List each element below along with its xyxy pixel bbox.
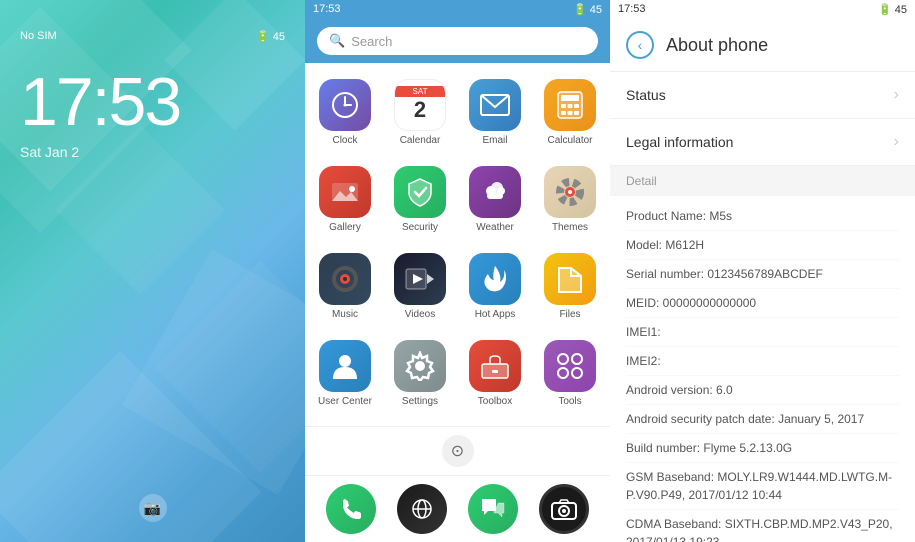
themes-label: Themes — [552, 222, 588, 233]
dock-row — [305, 475, 610, 542]
legal-arrow: › — [894, 133, 899, 151]
weather-icon — [469, 166, 521, 218]
detail-meid: MEID: 00000000000000 — [626, 289, 899, 318]
detail-model: Model: M612H — [626, 231, 899, 260]
status-label: Status — [626, 87, 666, 103]
about-panel: 17:53 🔋 45 ‹ About phone Status › Legal … — [610, 0, 915, 542]
tools-icon — [544, 340, 596, 392]
email-label: Email — [482, 135, 507, 146]
videos-icon — [394, 253, 446, 305]
dock-camera[interactable] — [539, 484, 589, 534]
legal-label: Legal information — [626, 134, 733, 150]
search-icon: 🔍 — [329, 33, 345, 49]
app-settings[interactable]: Settings — [385, 334, 455, 416]
app-toolbox[interactable]: Toolbox — [460, 334, 530, 416]
hotapps-label: Hot Apps — [475, 309, 516, 320]
security-label: Security — [402, 222, 438, 233]
lock-battery: 🔋 45 — [256, 30, 285, 43]
app-security[interactable]: Security — [385, 160, 455, 242]
drawer-time: 17:53 — [313, 3, 341, 16]
clock-label: Clock — [332, 135, 357, 146]
usercenter-label: User Center — [318, 396, 372, 407]
detail-imei1: IMEI1: — [626, 318, 899, 347]
music-label: Music — [332, 309, 358, 320]
lock-date: Sat Jan 2 — [20, 144, 79, 160]
app-videos[interactable]: Videos — [385, 247, 455, 329]
app-tools[interactable]: Tools — [535, 334, 605, 416]
app-calendar[interactable]: SAT 2 Calendar — [385, 73, 455, 155]
detail-gsm: GSM Baseband: MOLY.LR9.W1444.MD.LWTG.M-P… — [626, 463, 899, 510]
detail-security-patch: Android security patch date: January 5, … — [626, 405, 899, 434]
security-icon — [394, 166, 446, 218]
detail-build: Build number: Flyme 5.2.13.0G — [626, 434, 899, 463]
about-time: 17:53 — [618, 3, 646, 16]
about-status-bar: 17:53 🔋 45 — [610, 0, 915, 19]
status-arrow: › — [894, 86, 899, 104]
videos-label: Videos — [405, 309, 435, 320]
app-clock[interactable]: Clock — [310, 73, 380, 155]
lock-status-bar: No SIM 🔋 45 — [20, 30, 285, 43]
detail-serial: Serial number: 0123456789ABCDEF — [626, 260, 899, 289]
dock-browser[interactable] — [397, 484, 447, 534]
toolbox-label: Toolbox — [478, 396, 512, 407]
detail-product: Product Name: M5s — [626, 202, 899, 231]
lock-carrier: No SIM — [20, 30, 57, 43]
files-icon — [544, 253, 596, 305]
app-themes[interactable]: Themes — [535, 160, 605, 242]
app-usercenter[interactable]: User Center — [310, 334, 380, 416]
lock-screen: No SIM 🔋 45 17:53 Sat Jan 2 📷 — [0, 0, 305, 542]
app-files[interactable]: Files — [535, 247, 605, 329]
back-button[interactable]: ‹ — [626, 31, 654, 59]
usercenter-icon — [319, 340, 371, 392]
toolbox-icon — [469, 340, 521, 392]
gallery-icon — [319, 166, 371, 218]
calendar-icon: SAT 2 — [394, 79, 446, 131]
lock-camera-icon[interactable]: 📷 — [139, 494, 167, 522]
app-calculator[interactable]: Calculator — [535, 73, 605, 155]
drawer-status-bar: 17:53 🔋 45 — [305, 0, 610, 19]
drawer-battery: 🔋 45 — [573, 3, 602, 16]
lock-time: 17:53 — [20, 68, 180, 136]
detail-imei2: IMEI2: — [626, 347, 899, 376]
app-gallery[interactable]: Gallery — [310, 160, 380, 242]
calculator-icon — [544, 79, 596, 131]
detail-section: Detail — [610, 166, 915, 196]
settings-label: Settings — [402, 396, 438, 407]
drawer-menu-btn[interactable]: ⊙ — [442, 435, 474, 467]
files-label: Files — [559, 309, 580, 320]
about-detail-list: Product Name: M5s Model: M612H Serial nu… — [610, 196, 915, 542]
app-hotapps[interactable]: Hot Apps — [460, 247, 530, 329]
tools-label: Tools — [558, 396, 581, 407]
about-content: Status › Legal information › Detail Prod… — [610, 72, 915, 542]
email-icon — [469, 79, 521, 131]
search-box[interactable]: 🔍 Search — [317, 27, 598, 55]
app-grid: Clock SAT 2 Calendar Email — [305, 63, 610, 426]
app-drawer: 17:53 🔋 45 🔍 Search Clock SAT — [305, 0, 610, 542]
dock-messages[interactable] — [468, 484, 518, 534]
about-header: ‹ About phone — [610, 19, 915, 72]
weather-label: Weather — [476, 222, 514, 233]
detail-cdma: CDMA Baseband: SIXTH.CBP.MD.MP2.V43_P20,… — [626, 510, 899, 542]
app-weather[interactable]: Weather — [460, 160, 530, 242]
app-music[interactable]: Music — [310, 247, 380, 329]
about-battery: 🔋 45 — [878, 3, 907, 16]
legal-row[interactable]: Legal information › — [610, 119, 915, 166]
status-row[interactable]: Status › — [610, 72, 915, 119]
about-title: About phone — [666, 35, 768, 56]
settings-icon — [394, 340, 446, 392]
drawer-bottom: ⊙ — [305, 426, 610, 475]
music-icon — [319, 253, 371, 305]
search-label: Search — [351, 34, 392, 49]
themes-icon — [544, 166, 596, 218]
calculator-label: Calculator — [547, 135, 592, 146]
drawer-search-container: 🔍 Search — [305, 19, 610, 63]
detail-android-version: Android version: 6.0 — [626, 376, 899, 405]
detail-section-label: Detail — [626, 174, 657, 188]
calendar-label: Calendar — [400, 135, 441, 146]
clock-icon — [319, 79, 371, 131]
dock-phone[interactable] — [326, 484, 376, 534]
hotapps-icon — [469, 253, 521, 305]
gallery-label: Gallery — [329, 222, 361, 233]
app-email[interactable]: Email — [460, 73, 530, 155]
